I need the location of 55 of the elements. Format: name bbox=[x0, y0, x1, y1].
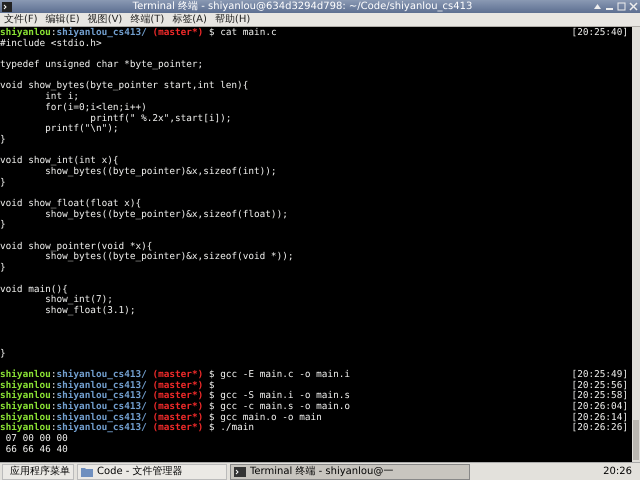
timestamp: [20:25:56] bbox=[572, 380, 629, 391]
menu-item[interactable]: 视图(V) bbox=[88, 14, 122, 26]
terminal-icon bbox=[234, 466, 246, 476]
output-line: show_bytes((byte_pointer)&x,sizeof(float)); bbox=[44, 208, 288, 220]
timestamp: [20:25:58] bbox=[572, 391, 629, 402]
maximize-icon[interactable] bbox=[617, 2, 626, 11]
timestamp: [20:26:04] bbox=[572, 402, 629, 412]
output-line: for(i=0;i<len;i++) bbox=[44, 102, 147, 113]
shade-icon[interactable] bbox=[593, 2, 602, 11]
clock: 20:26 bbox=[603, 465, 633, 479]
taskbar-item[interactable]: Code - 文件管理器 bbox=[77, 464, 227, 480]
scrollbar[interactable] bbox=[632, 27, 640, 462]
timestamp: [20:25:40] bbox=[572, 28, 629, 39]
menu-item[interactable]: 标签(A) bbox=[172, 14, 207, 26]
timestamp: [20:26:26] bbox=[572, 423, 629, 434]
output-line: } bbox=[0, 262, 6, 274]
taskbar-item[interactable]: Terminal 终端 - shiyanlou@一 bbox=[230, 464, 470, 480]
output-line: show_bytes((byte_pointer)&x,sizeof(void *)); bbox=[45, 251, 294, 262]
folder-icon bbox=[81, 466, 93, 476]
window-title: Terminal 终端 - shiyanlou@634d3294d798: ~/Code/shiyanlou_cs413 bbox=[132, 0, 474, 13]
output-line: typedef unsigned char *byte_pointer; bbox=[0, 59, 204, 70]
output-line: int i; bbox=[44, 91, 80, 102]
prompt-line: shiyanlou:shiyanlou_cs413/ (master*) $ gcc main.o -o main bbox=[0, 412, 322, 423]
output-line: void show_bytes(byte_pointer start,int len){ bbox=[0, 80, 248, 92]
prompt-line: shiyanlou:shiyanlou_cs413/ (master*) $ gcc -S main.i -o main.s bbox=[0, 391, 350, 402]
output-line: show_int(7); bbox=[44, 294, 113, 306]
output-line: } bbox=[0, 176, 6, 188]
output-line: 07 00 00 00 bbox=[4, 433, 68, 444]
prompt-line: shiyanlou:shiyanlou_cs413/ (master*) $ gcc -E main.c -o main.i bbox=[0, 370, 350, 380]
timestamp: [20:26:14] bbox=[572, 412, 629, 423]
output-line: } bbox=[0, 134, 6, 145]
output-line: show_float(3.1); bbox=[44, 304, 136, 316]
output-line: 66 66 46 40 bbox=[4, 444, 68, 455]
output-line: void show_int(int x){ bbox=[0, 155, 119, 166]
output-line: #include <stdio.h> bbox=[0, 38, 102, 49]
prompt-line: shiyanlou:shiyanlou_cs413/ (master*) $ gcc -c main.s -o main.o bbox=[0, 402, 350, 412]
menu-item[interactable]: 编辑(E) bbox=[46, 14, 80, 26]
menu-item[interactable]: 帮助(H) bbox=[214, 14, 250, 26]
output-line: printf("\n"); bbox=[44, 123, 119, 134]
output-line: printf(" %.2x",start[i]); bbox=[90, 112, 232, 124]
prompt-line: shiyanlou:shiyanlou_cs413/ (master*) $ bbox=[0, 380, 215, 391]
taskbar-item[interactable]: 应用程序菜单 bbox=[2, 464, 74, 480]
terminal-icon bbox=[2, 2, 12, 12]
output-line: void main(){ bbox=[0, 284, 68, 294]
menu-item[interactable]: 终端(T) bbox=[130, 14, 164, 26]
output-line: void show_pointer(void *x){ bbox=[0, 240, 152, 252]
output-line: void show_float(float x){ bbox=[0, 198, 142, 209]
output-line: } bbox=[0, 348, 6, 359]
timestamp: [20:25:49] bbox=[572, 370, 629, 380]
menu-item[interactable]: 文件(F) bbox=[4, 14, 38, 26]
output-line: show_bytes((byte_pointer)&x,sizeof(int)); bbox=[44, 166, 277, 177]
prompt-line: shiyanlou:shiyanlou_cs413/ (master*) $ cat main.c bbox=[0, 28, 277, 38]
output-line: } bbox=[0, 219, 6, 230]
prompt-line: shiyanlou:shiyanlou_cs413/ (master*) $ ./main bbox=[0, 423, 254, 434]
close-icon[interactable] bbox=[629, 2, 638, 11]
